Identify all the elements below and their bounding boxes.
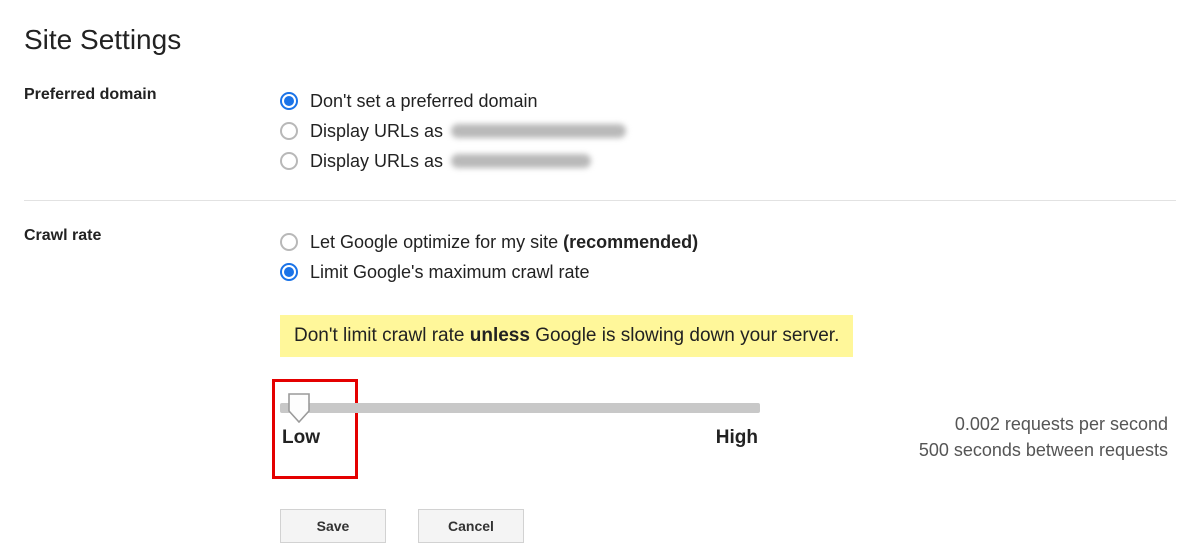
radio-label: Limit Google's maximum crawl rate [310, 262, 590, 283]
radio-label: Let Google optimize for my site (recomme… [310, 232, 698, 253]
radio-icon [280, 92, 298, 110]
section-body-preferred-domain: Don't set a preferred domain Display URL… [280, 86, 1176, 176]
radio-preferred-root[interactable]: Display URLs as [280, 146, 1176, 176]
radio-crawl-limit[interactable]: Limit Google's maximum crawl rate [280, 257, 1176, 287]
stat-seconds-value: 500 [919, 440, 949, 460]
radio-label: Display URLs as [310, 121, 443, 142]
crawl-rate-warning: Don't limit crawl rate unless Google is … [280, 315, 853, 357]
warning-post: Google is slowing down your server. [530, 325, 839, 346]
stat-requests-label: requests per second [1000, 414, 1168, 434]
site-settings-page: Site Settings Preferred domain Don't set… [0, 0, 1200, 543]
radio-crawl-optimize[interactable]: Let Google optimize for my site (recomme… [280, 227, 1176, 257]
radio-label: Don't set a preferred domain [310, 91, 538, 112]
save-button[interactable]: Save [280, 509, 386, 543]
radio-label-suffix: (recommended) [563, 232, 698, 252]
action-buttons: Save Cancel [280, 509, 1176, 543]
slider-low-label: Low [282, 427, 320, 449]
stat-requests-value: 0.002 [955, 414, 1000, 434]
crawl-rate-slider-area: Low High 0.002 requests per second 500 s… [280, 385, 1176, 493]
section-preferred-domain: Preferred domain Don't set a preferred d… [24, 86, 1176, 176]
radio-label-text: Let Google optimize for my site [310, 232, 558, 252]
stat-seconds-label: seconds between requests [949, 440, 1168, 460]
redacted-domain [451, 124, 626, 138]
radio-icon [280, 122, 298, 140]
section-label-crawl-rate: Crawl rate [24, 227, 280, 245]
slider-high-label: High [716, 427, 758, 449]
warning-bold: unless [470, 325, 530, 346]
section-label-preferred-domain: Preferred domain [24, 86, 280, 104]
crawl-rate-slider[interactable] [280, 403, 760, 413]
cancel-button[interactable]: Cancel [418, 509, 524, 543]
warning-pre: Don't limit crawl rate [294, 325, 470, 346]
radio-icon [280, 263, 298, 281]
radio-preferred-www[interactable]: Display URLs as [280, 116, 1176, 146]
page-title: Site Settings [24, 24, 1176, 56]
section-body-crawl-rate: Let Google optimize for my site (recomme… [280, 227, 1176, 543]
radio-label: Display URLs as [310, 151, 443, 172]
radio-icon [280, 152, 298, 170]
radio-icon [280, 233, 298, 251]
radio-preferred-none[interactable]: Don't set a preferred domain [280, 86, 1176, 116]
crawl-rate-stats: 0.002 requests per second 500 seconds be… [846, 385, 1176, 463]
section-crawl-rate: Crawl rate Let Google optimize for my si… [24, 200, 1176, 543]
redacted-domain [451, 154, 591, 168]
